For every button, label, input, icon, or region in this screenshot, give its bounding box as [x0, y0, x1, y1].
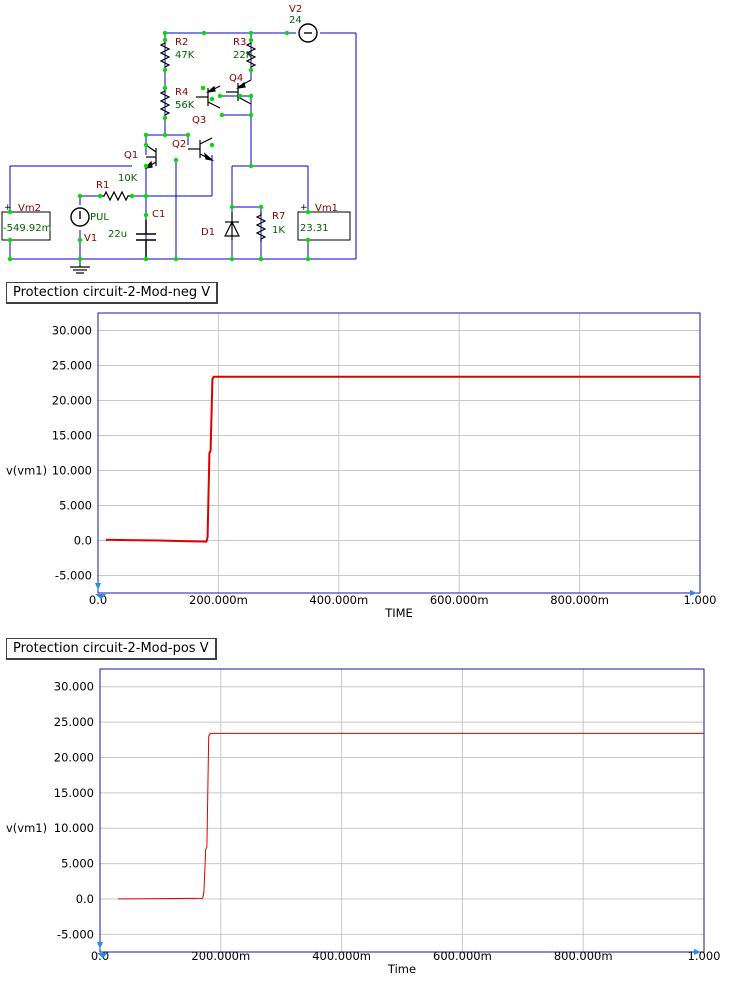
v2-label: V2 [289, 4, 302, 15]
c1-value: 22u [108, 229, 127, 240]
capacitor-c1 [136, 220, 156, 259]
v1-label: V1 [84, 233, 97, 244]
y-tick-label: 30.000 [52, 324, 92, 338]
r2-label: R2 [175, 37, 188, 48]
y-tick-label: 20.000 [54, 750, 94, 764]
r1-value: 10K [118, 173, 138, 184]
y-tick-label: 15.000 [52, 429, 92, 443]
vm1-label: Vm1 [315, 203, 338, 214]
component-labels: V2 24 R2 47K R3 22K Q4 R4 56K Q3 Q1 Q2 R… [18, 4, 338, 244]
r2-value: 47K [175, 50, 195, 61]
y-tick-label: 25.000 [54, 715, 94, 729]
cursor-marker-left[interactable] [97, 942, 103, 949]
r1-label: R1 [96, 180, 109, 191]
r3-value: 22K [233, 50, 253, 61]
x-tick-label: 200.000m [191, 949, 250, 963]
y-tick-label: 10.000 [54, 821, 94, 835]
plot-frame [99, 668, 705, 953]
y-tick-label: -5.000 [55, 569, 92, 583]
r1-zigzag [100, 190, 132, 202]
d1-label: D1 [201, 227, 215, 238]
y-tick-label: 5.000 [61, 857, 94, 871]
r7-value: 1K [272, 225, 285, 236]
y-tick-label: 25.000 [52, 359, 92, 373]
v1-value: PUL [90, 212, 109, 223]
chart-pos: 0.0 200.000m 400.000m 600.000m 800.000m 1.000… [6, 668, 721, 976]
q3-transistor-icon [196, 85, 221, 109]
series-line-vm1 [105, 375, 700, 543]
series-line-vm1 [118, 732, 704, 900]
x-tick-label: 400.000m [312, 949, 371, 963]
v2-value: 24 [289, 15, 302, 26]
cursor-marker-left[interactable] [95, 583, 101, 590]
plot-frame [97, 312, 701, 594]
x-tick-label: 600.000m [430, 593, 489, 607]
x-tick-label: 600.000m [433, 949, 492, 963]
schematic-drawing: -549.92m 23.31 + + V2 24 R2 47K R3 22K Q… [1, 4, 357, 274]
q2-label: Q2 [172, 139, 186, 150]
r4-label: R4 [175, 87, 188, 98]
q3-label: Q3 [192, 115, 206, 126]
x-axis-label: Time [387, 962, 416, 976]
y-tick-label: 5.000 [59, 499, 92, 513]
y-axis-label: v(vm1) [6, 821, 47, 835]
plot-pos: Protection circuit-2-Mod-pos V 0.0 200.00… [0, 636, 741, 996]
circuit-schematic: -549.92m 23.31 + + V2 24 R2 47K R3 22K Q… [0, 0, 741, 275]
x-tick-label: 0.0 [91, 949, 109, 963]
r3-label: R3 [233, 37, 246, 48]
x-tick-label: 800.000m [554, 949, 613, 963]
y-axis-label: v(vm1) [6, 464, 47, 478]
vm2-reading: -549.92m [3, 223, 51, 234]
diode-d1 [224, 212, 240, 240]
x-tick-label: 200.000m [189, 593, 248, 607]
y-tick-label: 15.000 [54, 786, 94, 800]
plot-neg: Protection circuit-2-Mod-neg V 0.0 200.00… [0, 280, 741, 636]
chart-neg: 0.0 200.000m 400.000m 600.000m 800.000m 1.000… [6, 312, 717, 620]
x-tick-label: 800.000m [550, 593, 609, 607]
y-tick-label: 0.0 [76, 892, 94, 906]
y-tick-label: -5.000 [57, 927, 94, 941]
x-tick-label: 1.000 [684, 593, 717, 607]
vm1-reading: 23.31 [300, 223, 329, 234]
y-tick-label: 10.000 [52, 464, 92, 478]
y-tick-label: 0.0 [74, 534, 92, 548]
y-tick-label: 20.000 [52, 394, 92, 408]
node-dots [7, 30, 311, 262]
x-axis-label: TIME [384, 606, 413, 620]
r7-label: R7 [272, 211, 285, 222]
q4-label: Q4 [229, 73, 243, 84]
y-tick-label: 30.000 [54, 680, 94, 694]
c1-label: C1 [152, 209, 165, 220]
x-tick-label: 400.000m [309, 593, 368, 607]
q1-label: Q1 [124, 150, 138, 161]
r4-value: 56K [175, 100, 195, 111]
ground-icon [70, 265, 90, 274]
q2-transistor-icon [188, 137, 215, 161]
vm2-label: Vm2 [18, 203, 41, 214]
x-tick-label: 1.000 [688, 949, 721, 963]
